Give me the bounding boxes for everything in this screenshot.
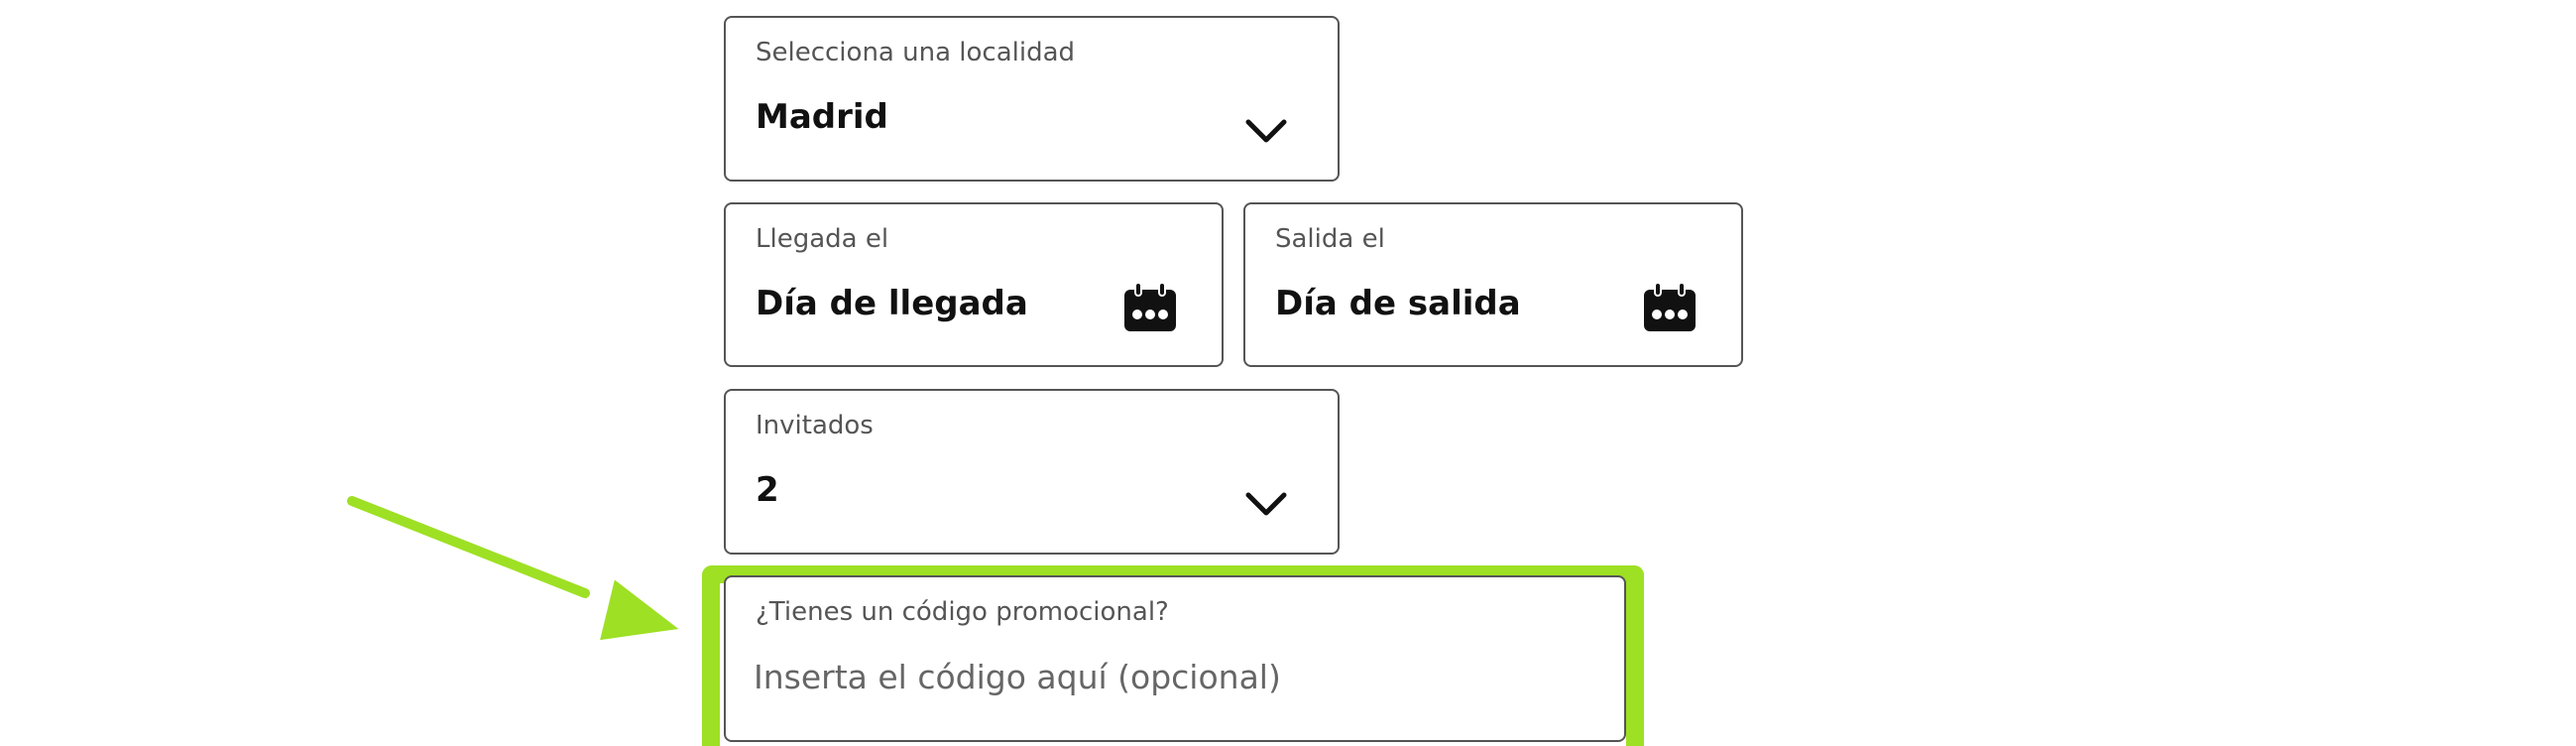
guests-value: 2 — [756, 470, 779, 510]
chevron-down-icon — [1245, 492, 1287, 516]
guests-label: Invitados — [756, 411, 874, 440]
chevron-down-icon — [1245, 119, 1287, 143]
arrival-date-field[interactable]: Llegada el Día de llegada — [724, 202, 1224, 367]
departure-label: Salida el — [1275, 224, 1385, 254]
arrival-label: Llegada el — [756, 224, 889, 254]
calendar-icon — [1644, 282, 1696, 331]
departure-date-field[interactable]: Salida el Día de salida — [1243, 202, 1743, 367]
location-value: Madrid — [756, 97, 888, 137]
arrival-value: Día de llegada — [756, 284, 1028, 323]
location-select[interactable]: Selecciona una localidad Madrid — [724, 16, 1340, 182]
guests-select[interactable]: Invitados 2 — [724, 389, 1340, 555]
promo-code-label: ¿Tienes un código promocional? — [756, 597, 1169, 627]
promo-code-input[interactable] — [754, 649, 1577, 704]
departure-value: Día de salida — [1275, 284, 1521, 323]
promo-code-field: ¿Tienes un código promocional? — [724, 575, 1626, 742]
calendar-icon — [1124, 282, 1176, 331]
arrow-annotation-icon — [347, 496, 679, 641]
location-label: Selecciona una localidad — [756, 38, 1076, 67]
